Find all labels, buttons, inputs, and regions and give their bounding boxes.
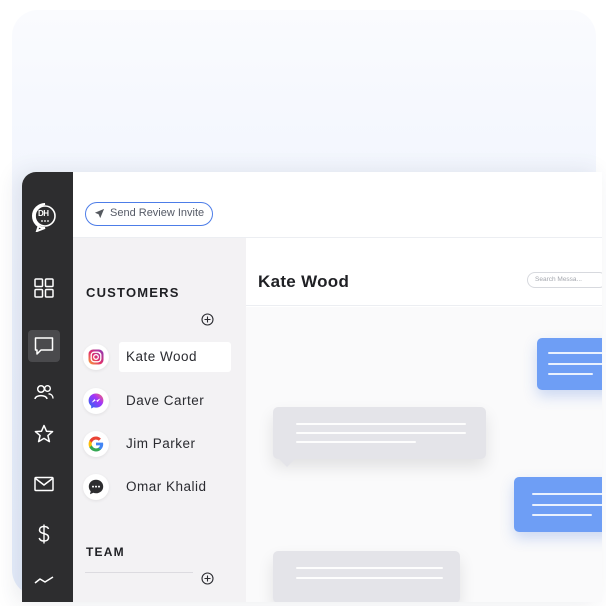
logo-text: DH: [38, 209, 49, 218]
nav-reviews[interactable]: [28, 418, 60, 450]
instagram-icon: [88, 349, 104, 365]
avatar: [83, 344, 109, 370]
avatar: [83, 431, 109, 457]
nav-analytics[interactable]: [28, 564, 60, 596]
customer-item-omar-khalid[interactable]: Omar Khalid: [83, 472, 235, 502]
nav-mail[interactable]: [28, 468, 60, 500]
search-messages-input[interactable]: Search Messa...: [527, 272, 602, 288]
avatar: [83, 474, 109, 500]
nav-payments[interactable]: [28, 518, 60, 550]
nav-dashboard[interactable]: [28, 272, 60, 304]
add-team-member-icon[interactable]: [201, 572, 214, 585]
sms-icon: [88, 479, 104, 495]
conversations-sidebar: CUSTOMERS Kate Wood Dave Carter Jim Park…: [73, 238, 246, 602]
customer-item-dave-carter[interactable]: Dave Carter: [83, 386, 235, 416]
outgoing-message: [537, 338, 602, 390]
icon-rail: DH: [22, 172, 73, 602]
customer-name: Kate Wood: [119, 342, 231, 372]
incoming-message-tail: [279, 459, 295, 467]
send-icon: [94, 208, 105, 219]
customer-name: Omar Khalid: [126, 479, 207, 494]
section-divider: [85, 572, 193, 573]
outgoing-message: [514, 477, 602, 532]
customer-item-jim-parker[interactable]: Jim Parker: [83, 429, 235, 459]
users-icon: [34, 384, 54, 400]
message-thread: [246, 307, 602, 602]
star-icon: [34, 424, 54, 443]
customer-name: Jim Parker: [126, 436, 196, 451]
nav-users[interactable]: [28, 376, 60, 408]
analytics-icon: [34, 576, 54, 584]
conversation-title: Kate Wood: [258, 272, 350, 291]
nav-chat[interactable]: [28, 330, 60, 362]
customers-section-title: CUSTOMERS: [86, 285, 180, 300]
dollar-icon: [38, 524, 50, 544]
incoming-message: [273, 407, 486, 459]
avatar: [83, 388, 109, 414]
app-window: DH Send Review Invite CUSTOMERS Kate Woo…: [22, 172, 602, 602]
dashboard-icon: [34, 278, 54, 298]
app-logo[interactable]: DH: [31, 202, 59, 233]
messenger-icon: [88, 393, 104, 409]
customer-item-kate-wood[interactable]: Kate Wood: [83, 342, 235, 372]
send-review-invite-label: Send Review Invite: [110, 207, 205, 219]
send-review-invite-button[interactable]: Send Review Invite: [85, 202, 214, 226]
add-customer-icon[interactable]: [201, 313, 214, 326]
chat-icon: [34, 337, 54, 355]
chat-header: Kate Wood Search Messa...: [246, 238, 602, 306]
mail-icon: [34, 476, 54, 492]
customer-name: Dave Carter: [126, 393, 205, 408]
incoming-message: [273, 551, 460, 602]
team-section-title: TEAM: [86, 545, 125, 559]
google-icon: [88, 436, 104, 452]
top-bar: Send Review Invite: [73, 172, 602, 238]
